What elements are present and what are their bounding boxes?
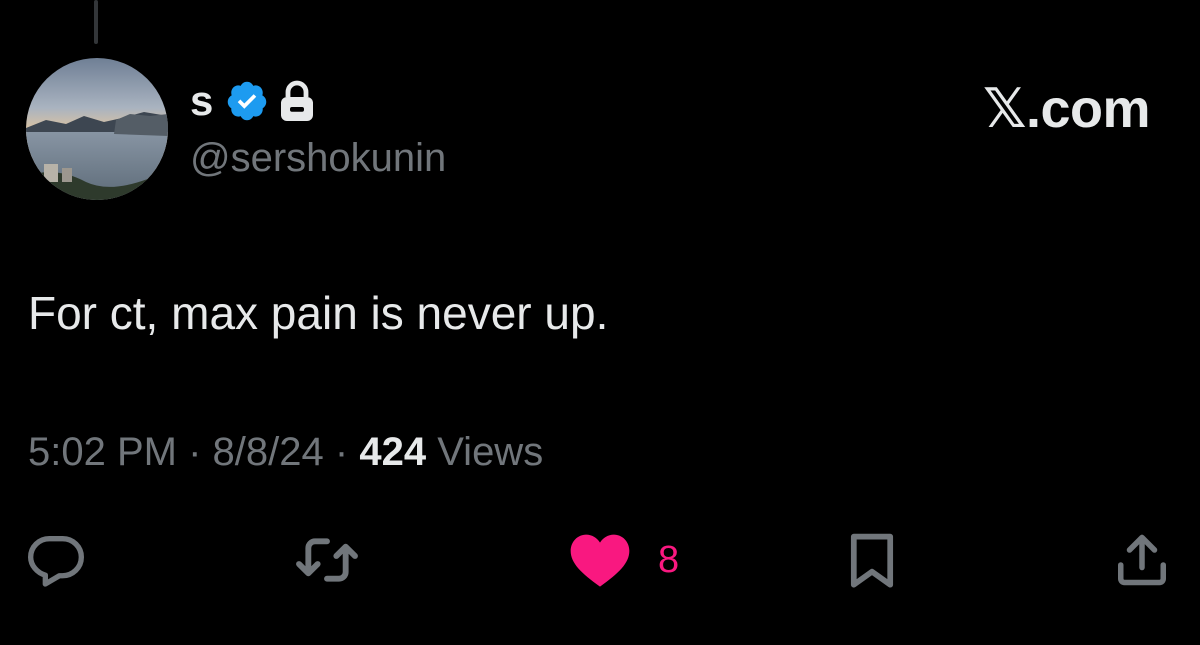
tweet-text: For ct, max pain is never up. xyxy=(28,287,609,339)
bookmark-button[interactable] xyxy=(846,520,898,600)
action-bar: 8 xyxy=(0,520,1200,600)
reply-icon xyxy=(27,536,84,587)
verified-badge-icon xyxy=(225,79,269,123)
views-count[interactable]: 424 xyxy=(359,430,426,474)
share-button[interactable] xyxy=(1112,520,1172,600)
tweet-date[interactable]: 8/8/24 xyxy=(213,430,324,474)
like-button[interactable]: 8 xyxy=(568,520,679,600)
views-label: Views xyxy=(437,430,544,474)
share-icon xyxy=(1118,534,1166,586)
tweet-metadata: 5:02 PM · 8/8/24 · 424 Views xyxy=(28,432,543,472)
brand-watermark: 𝕏.com xyxy=(982,79,1151,139)
lock-icon xyxy=(277,79,317,123)
tweet-time[interactable]: 5:02 PM xyxy=(28,430,177,474)
bookmark-icon xyxy=(850,533,894,588)
meta-separator: · xyxy=(188,430,202,474)
thread-connector-line xyxy=(94,0,98,44)
heart-icon xyxy=(570,534,630,587)
avatar-image xyxy=(26,58,168,200)
reply-button[interactable] xyxy=(24,520,88,600)
avatar[interactable] xyxy=(26,58,168,200)
retweet-button[interactable] xyxy=(292,520,362,600)
like-count: 8 xyxy=(658,539,680,581)
meta-separator: · xyxy=(334,430,349,474)
author-name-row: s xyxy=(190,74,317,128)
author-handle[interactable]: @sershokunin xyxy=(190,138,446,178)
author-display-name[interactable]: s xyxy=(190,80,213,122)
retweet-icon xyxy=(296,538,358,582)
